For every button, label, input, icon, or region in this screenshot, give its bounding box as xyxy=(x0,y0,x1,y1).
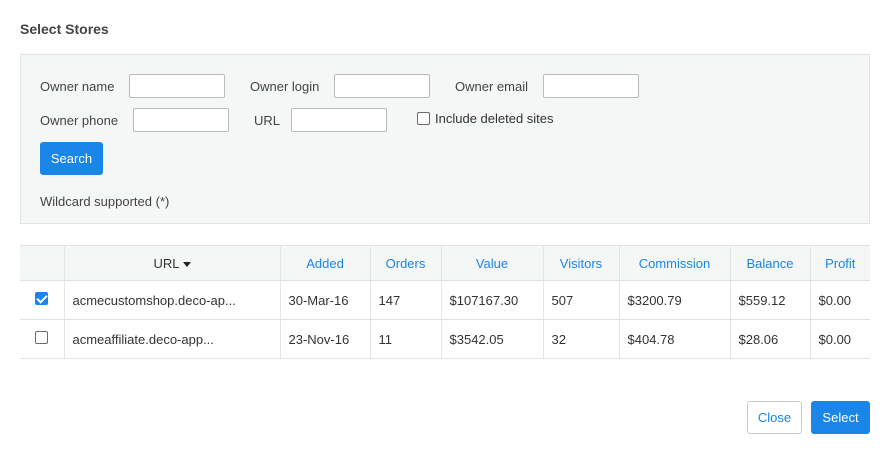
value-cell: $107167.30 xyxy=(441,280,544,320)
owner-email-input[interactable] xyxy=(543,74,639,98)
column-header-added[interactable]: Added xyxy=(280,245,371,281)
owner-name-input[interactable] xyxy=(129,74,225,98)
owner-phone-label: Owner phone xyxy=(40,113,119,128)
stores-table: URL Added Orders Value Visitors Commissi… xyxy=(20,245,870,359)
include-deleted-checkbox[interactable] xyxy=(417,112,430,125)
row-checkbox[interactable] xyxy=(35,292,49,305)
column-header-balance[interactable]: Balance xyxy=(730,245,811,281)
visitors-cell: 507 xyxy=(543,280,620,320)
column-header-visitors[interactable]: Visitors xyxy=(543,245,620,281)
profit-cell: $0.00 xyxy=(810,280,870,320)
caret-down-icon xyxy=(182,261,191,267)
url-cell: acmeaffiliate.deco-app... xyxy=(64,319,281,359)
balance-cell: $28.06 xyxy=(730,319,811,359)
commission-cell: $3200.79 xyxy=(619,280,731,320)
orders-cell: 11 xyxy=(370,319,442,359)
added-cell: 23-Nov-16 xyxy=(280,319,371,359)
commission-cell: $404.78 xyxy=(619,319,731,359)
include-deleted-label: Include deleted sites xyxy=(435,111,554,126)
wildcard-hint: Wildcard supported (*) xyxy=(40,194,170,209)
url-label: URL xyxy=(254,113,281,128)
column-header-label: URL xyxy=(153,255,180,271)
table-row[interactable]: acmecustomshop.deco-ap... 30-Mar-16 147 … xyxy=(20,280,870,320)
filter-panel: Owner name Owner login Owner email Owner… xyxy=(20,54,870,224)
url-input[interactable] xyxy=(291,108,387,132)
column-header-value[interactable]: Value xyxy=(441,245,544,281)
orders-cell: 147 xyxy=(370,280,442,320)
owner-login-label: Owner login xyxy=(250,79,320,94)
dialog-title: Select Stores xyxy=(20,21,109,37)
row-select-cell[interactable] xyxy=(20,280,65,320)
select-column-header xyxy=(20,245,65,281)
owner-email-label: Owner email xyxy=(455,79,528,94)
column-header-orders[interactable]: Orders xyxy=(370,245,442,281)
owner-phone-input[interactable] xyxy=(133,108,229,132)
table-row[interactable]: acmeaffiliate.deco-app... 23-Nov-16 11 $… xyxy=(20,319,870,359)
row-select-cell[interactable] xyxy=(20,319,65,359)
url-cell: acmecustomshop.deco-ap... xyxy=(64,280,281,320)
close-button[interactable]: Close xyxy=(747,401,802,434)
owner-login-input[interactable] xyxy=(334,74,430,98)
column-header-profit[interactable]: Profit xyxy=(810,245,870,281)
added-cell: 30-Mar-16 xyxy=(280,280,371,320)
profit-cell: $0.00 xyxy=(810,319,870,359)
row-checkbox[interactable] xyxy=(35,331,49,344)
include-deleted-toggle[interactable]: Include deleted sites xyxy=(417,111,554,126)
balance-cell: $559.12 xyxy=(730,280,811,320)
search-button[interactable]: Search xyxy=(40,142,103,175)
column-header-url[interactable]: URL xyxy=(64,245,281,281)
column-header-commission[interactable]: Commission xyxy=(619,245,731,281)
select-button[interactable]: Select xyxy=(811,401,870,434)
owner-name-label: Owner name xyxy=(40,79,115,94)
table-header-row: URL Added Orders Value Visitors Commissi… xyxy=(20,245,870,281)
value-cell: $3542.05 xyxy=(441,319,544,359)
visitors-cell: 32 xyxy=(543,319,620,359)
